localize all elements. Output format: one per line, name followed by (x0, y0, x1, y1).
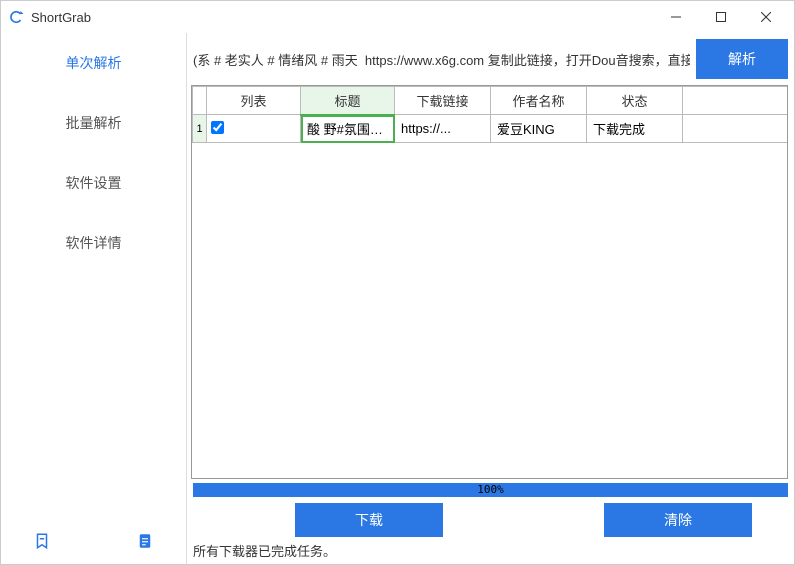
action-row: 下载 清除 (187, 497, 794, 539)
url-input[interactable] (187, 40, 696, 78)
header-index[interactable] (193, 87, 207, 115)
status-bar: 所有下载器已完成任务。 (187, 539, 794, 564)
document-icon[interactable] (134, 530, 156, 552)
sidebar-item-settings[interactable]: 软件设置 (1, 153, 186, 213)
topbar: 解析 (187, 33, 794, 85)
header-status[interactable]: 状态 (587, 87, 683, 115)
cell-author: 爱豆KING (491, 115, 587, 143)
sidebar-item-label: 软件详情 (66, 233, 122, 253)
cell-status: 下载完成 (587, 115, 683, 143)
sidebar-footer (1, 522, 186, 564)
main-panel: 解析 列表 标题 下载链接 作者名称 状态 (187, 33, 794, 564)
table-row[interactable]: 1 酸 野#氛围感 ... https://... 爱豆KING 下载完成 (193, 115, 788, 143)
sidebar-item-label: 批量解析 (66, 113, 122, 133)
cell-link[interactable]: https://... (395, 115, 491, 143)
table-header-row: 列表 标题 下载链接 作者名称 状态 (193, 87, 788, 115)
close-button[interactable] (743, 2, 788, 32)
progress-bar: 100% (193, 483, 788, 497)
results-table-wrap: 列表 标题 下载链接 作者名称 状态 1 酸 野#氛围感 ... (191, 85, 788, 479)
sidebar-item-label: 软件设置 (66, 173, 122, 193)
header-link[interactable]: 下载链接 (395, 87, 491, 115)
body: 单次解析 批量解析 软件设置 软件详情 解析 (1, 33, 794, 564)
app-window: ShortGrab 单次解析 批量解析 软件设置 软件详情 (0, 0, 795, 565)
parse-button[interactable]: 解析 (696, 39, 788, 79)
download-button[interactable]: 下载 (295, 503, 443, 537)
cell-rownum: 1 (193, 115, 207, 143)
app-logo-icon (7, 8, 25, 26)
clear-button[interactable]: 清除 (604, 503, 752, 537)
progress-area: 100% (193, 483, 788, 497)
cell-spacer (683, 115, 788, 143)
sidebar-item-about[interactable]: 软件详情 (1, 213, 186, 273)
header-list[interactable]: 列表 (207, 87, 301, 115)
titlebar: ShortGrab (1, 1, 794, 33)
sidebar: 单次解析 批量解析 软件设置 软件详情 (1, 33, 187, 564)
sidebar-item-batch-parse[interactable]: 批量解析 (1, 93, 186, 153)
window-controls (653, 2, 788, 32)
header-spacer (683, 87, 788, 115)
header-title[interactable]: 标题 (301, 87, 395, 115)
sidebar-item-single-parse[interactable]: 单次解析 (1, 33, 186, 93)
cell-title[interactable]: 酸 野#氛围感 ... (301, 115, 395, 143)
sidebar-item-label: 单次解析 (66, 53, 122, 73)
bookmark-icon[interactable] (31, 530, 53, 552)
cell-checkbox[interactable] (207, 115, 301, 143)
results-table: 列表 标题 下载链接 作者名称 状态 1 酸 野#氛围感 ... (192, 86, 787, 143)
minimize-button[interactable] (653, 2, 698, 32)
app-title: ShortGrab (31, 10, 91, 25)
maximize-button[interactable] (698, 2, 743, 32)
row-checkbox[interactable] (211, 121, 224, 134)
header-author[interactable]: 作者名称 (491, 87, 587, 115)
